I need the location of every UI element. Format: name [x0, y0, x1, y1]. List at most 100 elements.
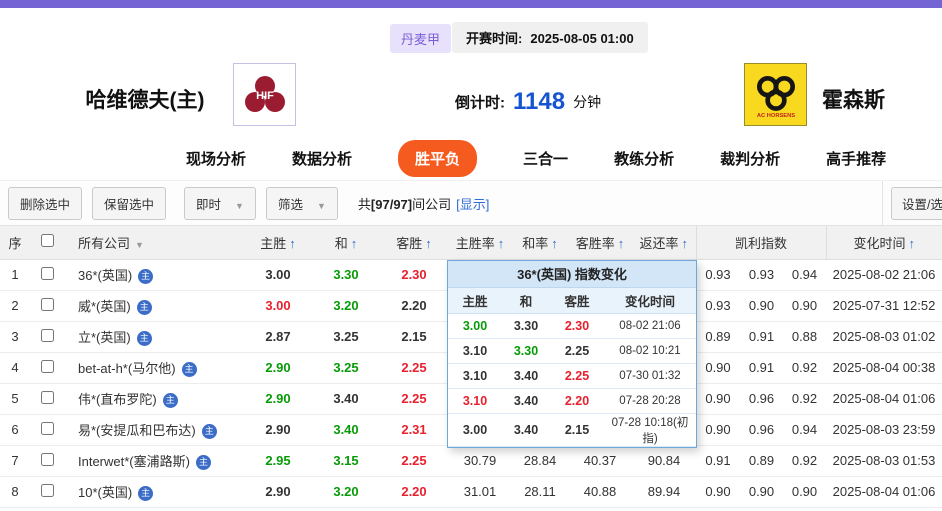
row-checkbox[interactable]	[40, 266, 54, 280]
col-header-away-odds[interactable]: 客胜 ↑	[380, 226, 448, 260]
filter-dropdown[interactable]: 筛选 ▼	[265, 186, 338, 220]
col-header-index-label: 序	[8, 235, 22, 251]
row-checkbox-cell	[30, 414, 64, 446]
col-header-kelly: 凯利指数	[695, 226, 826, 260]
tab-live-analysis[interactable]: 现场分析	[186, 148, 246, 169]
row-checkbox[interactable]	[40, 483, 54, 497]
chevron-down-icon: ▼	[235, 200, 244, 211]
popup-draw-odds: 3.30	[502, 338, 550, 364]
company-cell: 威*(英国) 主	[64, 290, 244, 322]
kelly-draw: 0.96	[740, 414, 783, 446]
company-name[interactable]: Interwet*(塞浦路斯)	[78, 454, 190, 469]
popup-away-odds: 2.25	[550, 338, 604, 364]
row-checkbox[interactable]	[40, 359, 54, 373]
sort-asc-icon: ↑	[617, 235, 625, 251]
nav-tabs: 现场分析 数据分析 胜平负 三合一 教练分析 裁判分析 高手推荐	[0, 137, 942, 181]
kelly-home: 0.91	[696, 445, 740, 477]
company-home-badge-icon[interactable]: 主	[136, 331, 152, 346]
popup-draw-odds: 3.40	[502, 363, 550, 389]
row-checkbox[interactable]	[40, 328, 54, 342]
tab-data-analysis[interactable]: 数据分析	[292, 148, 352, 169]
select-all-checkbox[interactable]	[40, 234, 54, 248]
popup-row: 3.00 3.30 2.30 08-02 21:06	[448, 313, 696, 339]
company-cell: Interwet*(塞浦路斯) 主	[64, 445, 244, 477]
away-odds: 2.20	[380, 476, 448, 508]
tab-three-in-one[interactable]: 三合一	[523, 148, 568, 169]
col-header-company[interactable]: 所有公司 ▼	[64, 226, 244, 260]
company-name[interactable]: 伟*(直布罗陀)	[78, 392, 157, 407]
row-checkbox-cell	[30, 352, 64, 384]
popup-change-time: 08-02 10:21	[604, 338, 696, 364]
kelly-draw: 0.90	[740, 290, 783, 322]
col-header-away-rate[interactable]: 客胜率 ↑	[568, 226, 632, 260]
company-name[interactable]: 威*(英国)	[78, 299, 131, 314]
company-name[interactable]: bet-at-h*(马尔他)	[78, 361, 176, 376]
tab-coach-analysis[interactable]: 教练分析	[614, 148, 674, 169]
popup-col-home-label: 主胜	[462, 294, 488, 309]
change-time: 2025-08-03 01:53	[826, 445, 942, 477]
row-checkbox[interactable]	[40, 390, 54, 404]
company-home-badge-icon[interactable]: 主	[201, 424, 217, 439]
company-name[interactable]: 10*(英国)	[78, 485, 132, 500]
col-header-index: 序	[0, 226, 30, 260]
company-home-badge-icon[interactable]: 主	[162, 393, 178, 408]
delete-selected-button[interactable]: 删除选中	[8, 186, 83, 220]
company-name[interactable]: 易*(安提瓜和巴布达)	[78, 423, 196, 438]
company-home-badge-icon[interactable]: 主	[138, 486, 154, 501]
popup-col-away: 客胜	[550, 288, 604, 314]
col-header-draw-rate[interactable]: 和率 ↑	[512, 226, 568, 260]
kelly-draw: 0.90	[740, 476, 783, 508]
sort-asc-icon: ↑	[425, 235, 432, 251]
popup-home-odds: 3.00	[448, 313, 502, 339]
company-name[interactable]: 立*(英国)	[78, 330, 131, 345]
company-name[interactable]: 36*(英国)	[78, 268, 132, 283]
payout-rate: 89.94	[632, 476, 696, 508]
top-accent-bar	[0, 0, 942, 8]
draw-odds: 3.20	[312, 476, 380, 508]
company-filter-caret-icon[interactable]: ▼	[135, 240, 144, 250]
tab-referee-analysis[interactable]: 裁判分析	[720, 148, 780, 169]
kelly-away: 0.92	[783, 445, 826, 477]
tab-win-draw-lose[interactable]: 胜平负	[398, 140, 478, 177]
col-header-change-time-label: 变化时间	[853, 235, 906, 251]
company-home-badge-icon[interactable]: 主	[138, 269, 154, 284]
home-win-rate: 30.79	[448, 445, 512, 477]
col-header-change-time[interactable]: 变化时间 ↑	[825, 226, 942, 260]
tab-expert-recommend[interactable]: 高手推荐	[826, 148, 886, 169]
away-odds: 2.25	[380, 445, 448, 477]
row-checkbox[interactable]	[40, 452, 54, 466]
popup-change-time: 07-28 20:28	[604, 388, 696, 414]
col-header-home-odds[interactable]: 主胜 ↑	[244, 226, 312, 260]
away-odds: 2.25	[380, 352, 448, 384]
company-count: 共[97/97]间公司	[358, 194, 451, 213]
draw-rate: 28.84	[512, 445, 568, 477]
show-link[interactable]: [显示]	[456, 194, 489, 213]
kelly-home: 0.93	[696, 290, 740, 322]
row-checkbox-cell	[30, 321, 64, 353]
change-time: 2025-08-04 01:06	[826, 383, 942, 415]
kelly-home: 0.89	[696, 321, 740, 353]
col-header-draw-odds[interactable]: 和 ↑	[312, 226, 380, 260]
popup-body: 3.00 3.30 2.30 08-02 21:06 3.10 3.30 2.2…	[448, 313, 696, 447]
company-home-badge-icon[interactable]: 主	[181, 362, 197, 377]
keep-selected-button[interactable]: 保留选中	[92, 186, 167, 220]
league-badge[interactable]: 丹麦甲	[390, 24, 452, 53]
kelly-away: 0.92	[783, 383, 826, 415]
settings-button[interactable]: 设置/选	[891, 186, 942, 220]
sort-asc-icon: ↑	[497, 235, 505, 251]
row-checkbox[interactable]	[40, 297, 54, 311]
row-index: 5	[0, 383, 30, 415]
company-home-badge-icon[interactable]: 主	[136, 300, 152, 315]
company-home-badge-icon[interactable]: 主	[195, 455, 211, 470]
row-checkbox[interactable]	[40, 421, 54, 435]
instant-dropdown[interactable]: 即时 ▼	[184, 186, 256, 220]
popup-change-time: 07-28 10:18(初指)	[604, 413, 696, 447]
col-header-draw-rate-label: 和率	[522, 235, 549, 251]
col-header-payout-rate[interactable]: 返还率 ↑	[632, 226, 696, 260]
popup-title: 36*(英国) 指数变化	[448, 261, 696, 288]
row-index: 7	[0, 445, 30, 477]
change-time: 2025-07-31 12:52	[826, 290, 942, 322]
col-header-home-rate[interactable]: 主胜率 ↑	[448, 226, 512, 260]
row-index: 8	[0, 476, 30, 508]
popup-row: 3.00 3.40 2.15 07-28 10:18(初指)	[448, 413, 696, 447]
